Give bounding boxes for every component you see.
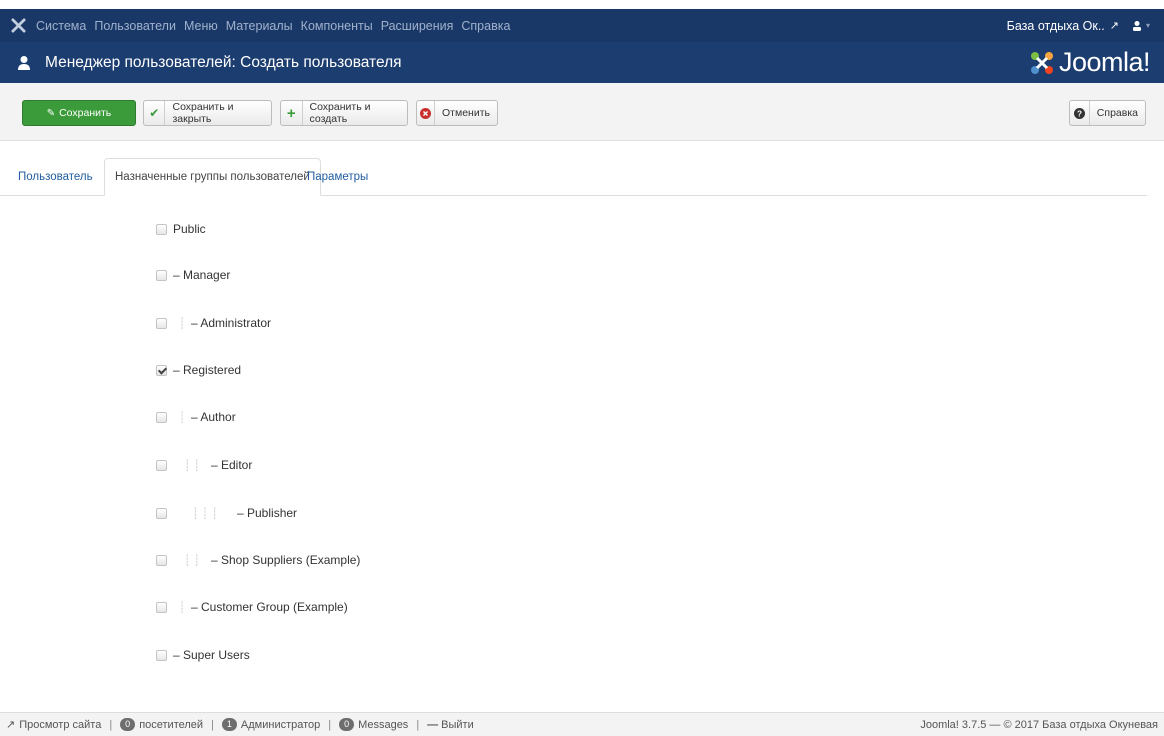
group-item: – Registered xyxy=(156,362,241,378)
group-label: – Manager xyxy=(173,268,231,282)
page-title: Менеджер пользователей: Создать пользова… xyxy=(45,53,402,71)
page-header: Менеджер пользователей: Создать пользова… xyxy=(0,42,1164,83)
cancel-icon xyxy=(417,101,436,125)
cancel-button[interactable]: Отменить xyxy=(416,100,498,126)
tab-bar: Пользователь Назначенные группы пользова… xyxy=(0,158,1147,196)
group-item: – Manager xyxy=(156,267,230,283)
tree-indent: ┊ ┊ ┊ xyxy=(192,507,218,520)
logout-icon: — xyxy=(427,718,439,731)
external-link-icon: ↗ xyxy=(6,719,16,731)
user-menu-icon[interactable]: ▾ xyxy=(1131,20,1150,32)
user-icon xyxy=(17,55,39,71)
copyright-text: Joomla! 3.7.5 — © 2017 База отдыха Окуне… xyxy=(920,718,1158,731)
divider: | xyxy=(109,718,113,731)
group-checkbox[interactable] xyxy=(156,649,167,661)
joomla-logo-icon[interactable] xyxy=(0,18,36,33)
group-label: – Publisher xyxy=(237,506,298,520)
group-label: – Customer Group (Example) xyxy=(191,600,348,614)
menu-item-components[interactable]: Компоненты xyxy=(301,19,373,33)
save-close-button[interactable]: ✔ Сохранить и закрыть xyxy=(143,100,272,126)
messages-link[interactable]: Messages xyxy=(358,719,408,731)
group-item: ┊ – Administrator xyxy=(156,315,271,331)
question-icon: ? xyxy=(1070,101,1090,125)
tree-indent: ┊ xyxy=(178,601,186,614)
page-title-wrap: Менеджер пользователей: Создать пользова… xyxy=(0,54,402,72)
visitors-badge: 0 xyxy=(120,718,136,731)
divider: | xyxy=(328,718,332,731)
group-item: ┊ ┊ ┊ – Publisher xyxy=(156,505,297,521)
group-checkbox[interactable] xyxy=(156,411,167,423)
joomla-brand-icon xyxy=(1030,51,1053,74)
checkmark-icon: ✔ xyxy=(144,101,166,125)
group-item: Public xyxy=(156,221,206,237)
tab-parameters[interactable]: Параметры xyxy=(307,158,368,195)
group-checkbox[interactable] xyxy=(156,364,167,376)
group-checkbox[interactable] xyxy=(156,269,167,281)
tree-indent: ┊ ┊ xyxy=(183,459,201,472)
help-button[interactable]: ? Справка xyxy=(1069,100,1146,126)
group-checkbox[interactable] xyxy=(156,554,167,566)
group-label: – Super Users xyxy=(173,648,250,662)
group-checkbox[interactable] xyxy=(156,601,167,613)
navbar-right: База отдыха Ок.. ↗ ▾ xyxy=(1007,19,1164,33)
svg-text:?: ? xyxy=(1077,109,1082,118)
admin-navbar: Система Пользователи Меню Материалы Комп… xyxy=(0,9,1164,42)
group-item: ┊ – Author xyxy=(156,409,236,425)
menu-item-system[interactable]: Система xyxy=(36,19,86,33)
admins-badge: 1 xyxy=(221,718,237,731)
tab-user[interactable]: Пользователь xyxy=(18,158,93,195)
toolbar: ✎ Сохранить ✔ Сохранить и закрыть + Сохр… xyxy=(0,83,1164,141)
group-checkbox[interactable] xyxy=(156,317,167,329)
menu-item-menus[interactable]: Меню xyxy=(184,19,218,33)
group-checkbox[interactable] xyxy=(156,223,167,235)
group-item: ┊ – Customer Group (Example) xyxy=(156,599,348,615)
group-label: – Author xyxy=(191,410,236,424)
group-item: ┊ ┊ – Shop Suppliers (Example) xyxy=(156,552,360,568)
external-link-icon[interactable]: ↗ xyxy=(1110,19,1119,32)
tree-indent: ┊ xyxy=(178,317,186,330)
admins-label: Администратор xyxy=(240,718,321,731)
site-name-link[interactable]: База отдыха Ок.. xyxy=(1007,19,1105,33)
main-menu: Система Пользователи Меню Материалы Комп… xyxy=(36,19,518,33)
top-spacer xyxy=(0,0,1164,9)
menu-item-users[interactable]: Пользователи xyxy=(94,19,176,33)
tree-indent: ┊ ┊ xyxy=(183,554,201,567)
save-button[interactable]: ✎ Сохранить xyxy=(22,100,136,126)
group-label: – Registered xyxy=(173,363,242,377)
save-new-button[interactable]: + Сохранить и создать xyxy=(280,100,408,126)
group-label: – Editor xyxy=(211,458,253,472)
group-item: – Super Users xyxy=(156,647,250,663)
status-left: ↗ Просмотр сайта | 0 посетителей | 1 Адм… xyxy=(0,718,474,731)
group-label: Public xyxy=(173,222,206,236)
group-checkbox[interactable] xyxy=(156,459,167,471)
group-checkbox[interactable] xyxy=(156,507,167,519)
plus-icon: + xyxy=(281,101,303,125)
menu-item-help[interactable]: Справка xyxy=(461,19,510,33)
brand-wordmark: Joomla! xyxy=(1058,47,1151,77)
menu-item-content[interactable]: Материалы xyxy=(226,19,293,33)
view-site-link[interactable]: Просмотр сайта xyxy=(19,719,101,731)
status-bar: ↗ Просмотр сайта | 0 посетителей | 1 Адм… xyxy=(0,712,1164,736)
divider: | xyxy=(211,718,214,731)
tab-assigned-groups[interactable]: Назначенные группы пользователей xyxy=(104,158,321,196)
logout-link[interactable]: Выйти xyxy=(441,719,474,731)
joomla-brand: Joomla! xyxy=(1028,47,1151,78)
divider: | xyxy=(416,718,420,731)
group-label: – Shop Suppliers (Example) xyxy=(211,553,361,567)
visitors-label: посетителей xyxy=(139,718,204,731)
tree-indent: ┊ xyxy=(178,411,186,424)
edit-icon: ✎ xyxy=(46,107,56,119)
menu-item-extensions[interactable]: Расширения xyxy=(381,19,454,33)
group-label: – Administrator xyxy=(191,316,272,330)
messages-badge: 0 xyxy=(339,718,355,731)
group-item: ┊ ┊ – Editor xyxy=(156,457,252,473)
